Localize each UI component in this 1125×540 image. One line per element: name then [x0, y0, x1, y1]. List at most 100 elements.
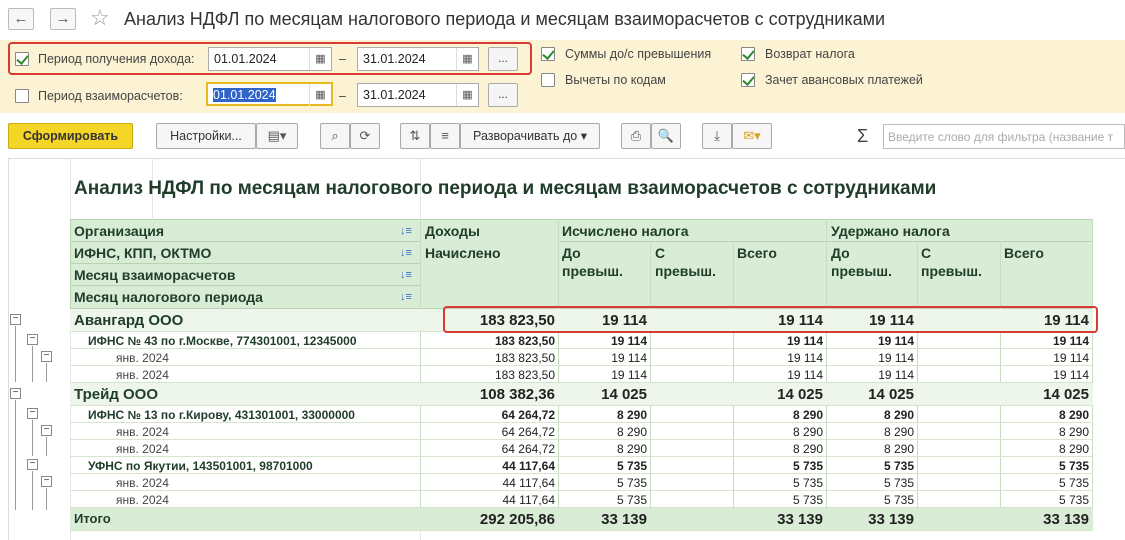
cell-value: 8 290 [616, 407, 647, 422]
table-row[interactable] [70, 491, 1093, 508]
forward-button[interactable]: → [50, 8, 76, 30]
sort-icon[interactable]: ↓≡ [400, 225, 412, 237]
refund-checkbox[interactable] [741, 47, 755, 61]
download-icon: ⤓ [714, 128, 720, 143]
table-row[interactable] [70, 440, 1093, 457]
sort-icon[interactable]: ↓≡ [400, 291, 412, 303]
settle-from-value: 01.01.2024 [213, 88, 276, 102]
cell-value: 5 735 [792, 492, 823, 507]
cell-value: 292 205,86 [479, 511, 555, 528]
collapse-icon[interactable]: − [27, 334, 38, 345]
cell-value: 19 114 [610, 333, 647, 348]
sort-asc-button[interactable]: ⇅ [400, 123, 430, 149]
cell-value: 33 139 [1043, 511, 1089, 528]
cell-value: 19 114 [786, 333, 823, 348]
variants-button[interactable]: ▤▾ [256, 123, 298, 149]
find-next-button[interactable]: ⟳ [350, 123, 380, 149]
sort-icon[interactable]: ↓≡ [400, 247, 412, 259]
dim-ifns: ИФНС, КПП, ОКТМО [74, 245, 212, 261]
cell-value: 33 139 [777, 511, 823, 528]
collapse-icon[interactable]: − [27, 408, 38, 419]
header-income: Доходы [425, 223, 480, 239]
row-label: ИФНС № 13 по г.Кирову, 431301001, 330000… [88, 407, 355, 422]
cell-value: 5 735 [1058, 475, 1089, 490]
table-row[interactable] [70, 349, 1093, 366]
sums-checkbox[interactable] [541, 47, 555, 61]
send-button[interactable]: ✉▾ [732, 123, 772, 149]
cell-value: 64 264,72 [501, 424, 555, 439]
header-withheld-total: Всего [1004, 245, 1044, 261]
cell-value: 19 114 [878, 350, 914, 365]
cell-value: 8 290 [792, 407, 823, 422]
search-input[interactable]: Введите слово для фильтра (название т [883, 124, 1125, 149]
sort-icon: ⇅ [409, 128, 421, 143]
sort-icon[interactable]: ↓≡ [400, 269, 412, 281]
cell-value: 19 114 [878, 367, 914, 382]
total-row[interactable] [70, 508, 1093, 531]
cell-value: 19 114 [877, 333, 914, 348]
cell-value: 44 117,64 [502, 458, 555, 473]
table-row[interactable] [70, 423, 1093, 440]
printer-icon: ⎙ [630, 128, 642, 143]
dim-settle-month: Месяц взаиморасчетов [74, 267, 236, 283]
refund-label: Возврат налога [765, 47, 855, 61]
favorite-star-icon[interactable]: ☆ [90, 6, 110, 30]
collapse-icon[interactable]: − [41, 476, 52, 487]
table-row[interactable] [70, 366, 1093, 383]
cell-value: 64 264,72 [501, 441, 555, 456]
cell-value: 8 290 [616, 441, 647, 456]
cell-value: 8 290 [1058, 407, 1089, 422]
settle-period-checkbox[interactable] [15, 89, 29, 103]
print-button[interactable]: ⎙ [621, 123, 651, 149]
settle-from-field[interactable]: 01.01.2024 ▦ [206, 82, 333, 106]
cell-value: 5 735 [1058, 458, 1089, 473]
sort-desc-button[interactable]: ≡ [430, 123, 460, 149]
row-label: Трейд ООО [74, 386, 159, 403]
save-button[interactable]: ⤓ [702, 123, 732, 149]
chevron-down-icon: ▾ [580, 129, 587, 143]
settle-period-label: Период взаиморасчетов: [38, 89, 183, 103]
cell-value: 8 290 [792, 441, 823, 456]
advance-checkbox[interactable] [741, 73, 755, 87]
row-label: янв. 2024 [116, 350, 169, 365]
calendar-icon[interactable]: ▦ [456, 84, 478, 106]
sum-icon[interactable]: Σ [857, 126, 868, 147]
sort-list-icon: ≡ [441, 128, 449, 143]
header-calc-before: До [562, 245, 581, 261]
collapse-icon[interactable]: − [10, 314, 21, 325]
collapse-icon[interactable]: − [27, 459, 38, 470]
settle-period-select-button[interactable]: ... [488, 83, 518, 107]
advance-label: Зачет авансовых платежей [765, 73, 923, 87]
cell-value: 14 025 [1043, 386, 1089, 403]
cell-value: 19 114 [611, 367, 647, 382]
cell-value: 19 114 [1052, 333, 1089, 348]
table-row[interactable] [70, 383, 1093, 406]
cell-value: 183 823,50 [494, 333, 555, 348]
print-preview-icon: 🔍 [657, 128, 675, 143]
cell-value: 5 735 [792, 475, 823, 490]
collapse-icon[interactable]: − [10, 388, 21, 399]
settle-to-field[interactable]: 31.01.2024 ▦ [357, 83, 479, 107]
envelope-icon: ✉▾ [743, 128, 761, 143]
cell-value: 5 735 [792, 458, 823, 473]
collapse-icon[interactable]: − [41, 425, 52, 436]
preview-button[interactable]: 🔍 [651, 123, 681, 149]
settle-to-value: 31.01.2024 [363, 88, 426, 102]
header-withheld-before-2: превыш. [831, 263, 892, 279]
row-label: УФНС по Якутии, 143501001, 98701000 [88, 458, 313, 473]
find-button[interactable]: ⌕ [320, 123, 350, 149]
dim-tax-month: Месяц налогового периода [74, 289, 263, 305]
generate-button[interactable]: Сформировать [8, 123, 133, 149]
expand-to-button[interactable]: Разворачивать до ▾ [460, 123, 600, 149]
cell-value: 19 114 [1053, 367, 1089, 382]
cell-value: 8 290 [883, 441, 914, 456]
calendar-icon[interactable]: ▦ [309, 84, 331, 106]
back-button[interactable]: ← [8, 8, 34, 30]
collapse-icon[interactable]: − [41, 351, 52, 362]
table-row[interactable] [70, 474, 1093, 491]
highlight-box-income-period [8, 42, 532, 75]
settings-button[interactable]: Настройки... [156, 123, 256, 149]
deductions-checkbox[interactable] [541, 73, 555, 87]
row-label: янв. 2024 [116, 441, 169, 456]
cell-value: 5 735 [616, 475, 647, 490]
